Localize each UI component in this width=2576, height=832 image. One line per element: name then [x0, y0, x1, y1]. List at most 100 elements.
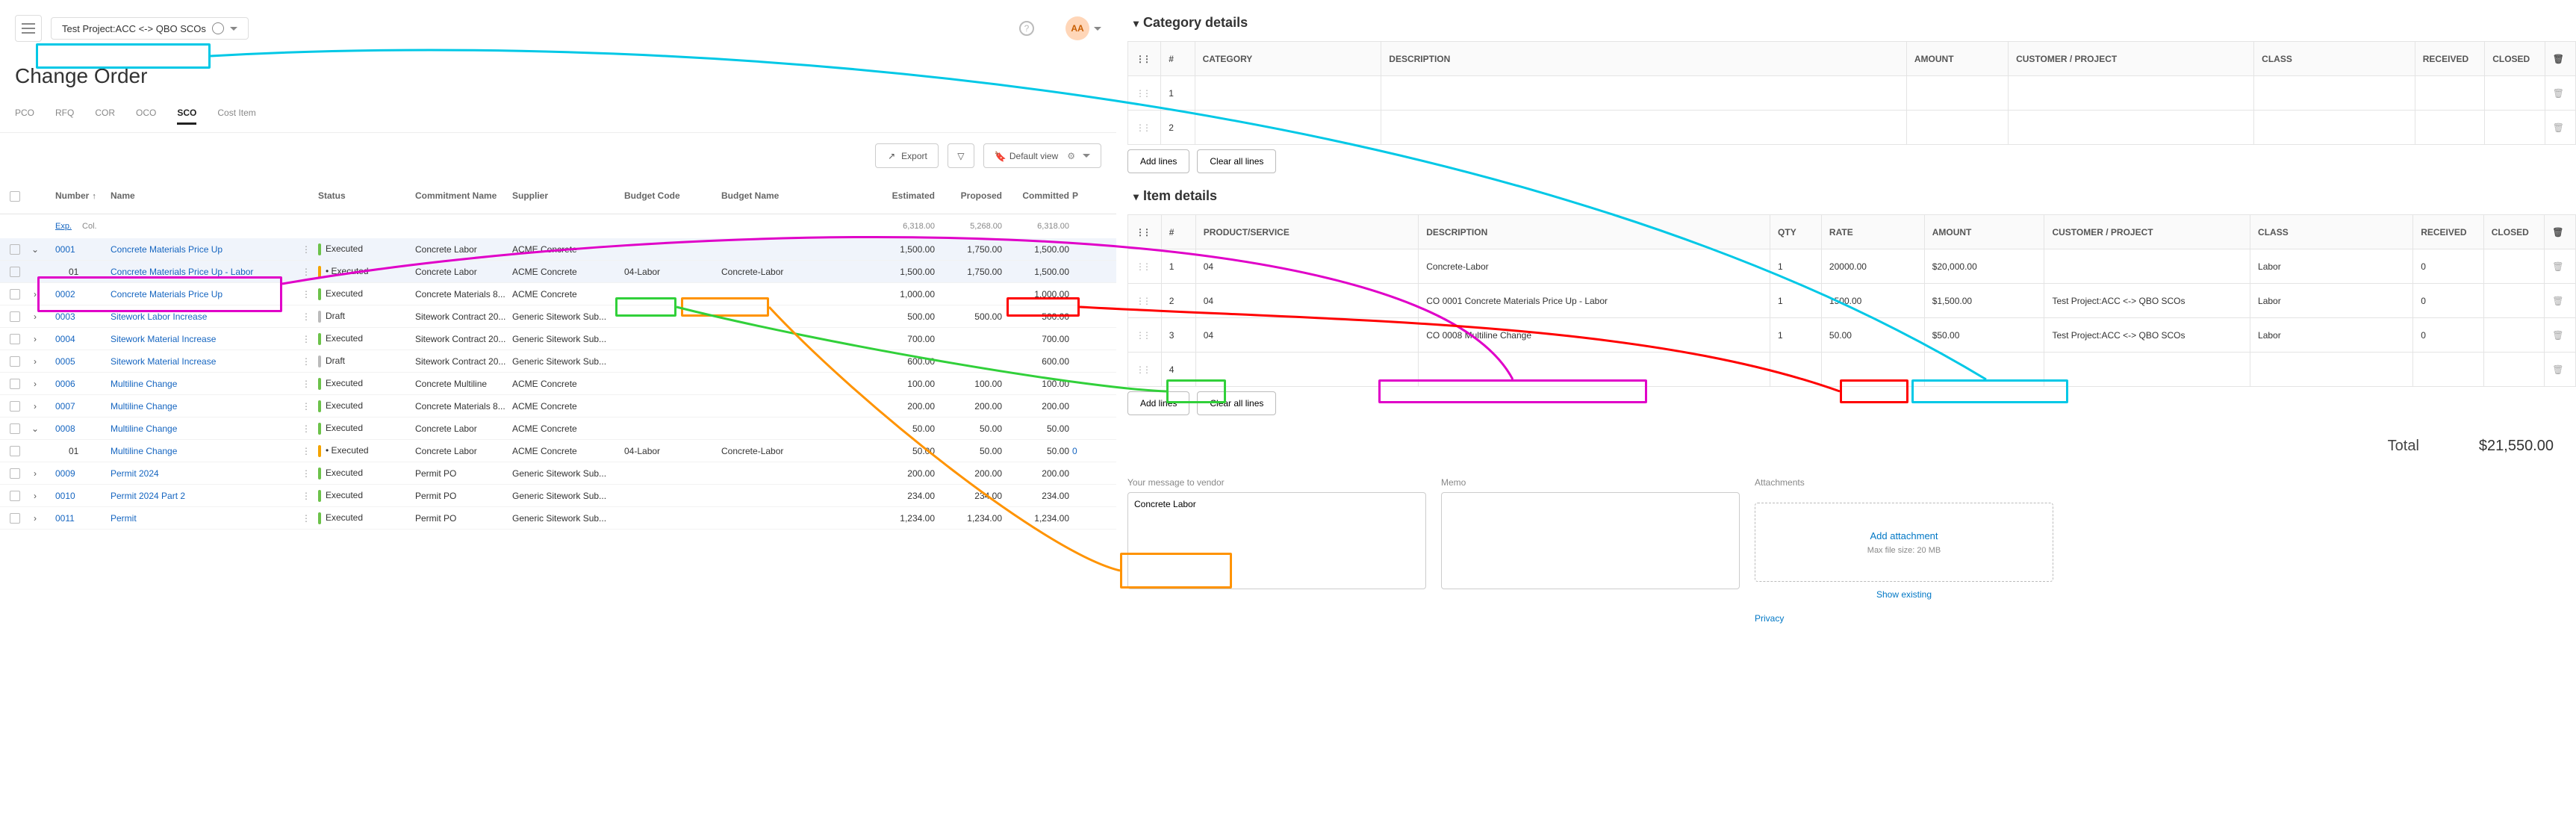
col-supplier[interactable]: Supplier — [512, 190, 624, 201]
class-cell[interactable]: Labor — [2250, 284, 2413, 318]
rec-cell[interactable]: 0 — [2413, 318, 2484, 353]
sco-number[interactable]: 0007 — [55, 401, 111, 412]
attachment-dropzone[interactable]: Add attachment Max file size: 20 MB — [1755, 503, 2053, 582]
item-clear-lines[interactable]: Clear all lines — [1197, 391, 1276, 415]
row-checkbox[interactable] — [10, 334, 20, 344]
grid-row[interactable]: ›0004Sitework Material IncreaseExecutedS… — [0, 328, 1116, 350]
col-commitment[interactable]: Commitment Name — [415, 190, 512, 201]
category-clear-lines[interactable]: Clear all lines — [1197, 149, 1276, 173]
sco-name[interactable]: Concrete Materials Price Up — [111, 244, 302, 255]
expand-toggle[interactable]: ⌄ — [30, 244, 40, 255]
row-checkbox[interactable] — [10, 513, 20, 524]
category-cell[interactable] — [1195, 76, 1381, 111]
amount-cell[interactable] — [1924, 353, 2044, 387]
expand-toggle[interactable]: › — [30, 379, 40, 389]
select-all-checkbox[interactable] — [10, 191, 20, 202]
row-menu[interactable] — [302, 356, 318, 367]
sco-name[interactable]: Concrete Materials Price Up - Labor — [111, 267, 302, 277]
rec-cell[interactable] — [2415, 76, 2484, 111]
expand-toggle[interactable]: › — [30, 289, 40, 299]
row-menu[interactable] — [302, 311, 318, 322]
row-checkbox[interactable] — [10, 468, 20, 479]
qty-cell[interactable]: 1 — [1770, 249, 1822, 284]
col-committed[interactable]: Committed — [1005, 190, 1072, 201]
sco-name[interactable]: Sitework Material Increase — [111, 334, 302, 344]
add-attachment-link[interactable]: Add attachment — [1870, 530, 1938, 541]
tab-sco[interactable]: SCO — [177, 103, 196, 125]
sco-number[interactable]: 0003 — [55, 311, 111, 322]
tab-cor[interactable]: COR — [95, 103, 115, 125]
closed-cell[interactable] — [2483, 249, 2545, 284]
row-checkbox[interactable] — [10, 401, 20, 412]
item-add-lines[interactable]: Add lines — [1127, 391, 1189, 415]
rate-cell[interactable]: 50.00 — [1821, 318, 1924, 353]
tab-pco[interactable]: PCO — [15, 103, 34, 125]
class-cell[interactable]: Labor — [2250, 318, 2413, 353]
delete-row[interactable] — [2545, 318, 2576, 353]
sco-name[interactable]: Multiline Change — [111, 423, 302, 434]
closed-cell[interactable] — [2483, 284, 2545, 318]
row-menu[interactable] — [302, 401, 318, 412]
rate-cell[interactable]: 20000.00 — [1821, 249, 1924, 284]
filter-button[interactable] — [948, 143, 974, 168]
sco-number[interactable]: 0001 — [55, 244, 111, 255]
show-existing-link[interactable]: Show existing — [1755, 589, 2053, 600]
sco-name[interactable]: Permit — [111, 513, 302, 524]
qty-cell[interactable] — [1770, 353, 1822, 387]
delete-row[interactable] — [2545, 76, 2575, 111]
sco-number[interactable]: 0004 — [55, 334, 111, 344]
row-menu[interactable] — [302, 468, 318, 479]
grid-row[interactable]: ⌄0008Multiline ChangeExecutedConcrete La… — [0, 417, 1116, 440]
col-budget-name[interactable]: Budget Name — [721, 190, 871, 201]
grid-row[interactable]: ›0002Concrete Materials Price UpExecuted… — [0, 283, 1116, 305]
grid-row[interactable]: ›0011PermitExecutedPermit POGeneric Site… — [0, 507, 1116, 530]
grid-row[interactable]: ›0009Permit 2024ExecutedPermit POGeneric… — [0, 462, 1116, 485]
grid-row[interactable]: ⌄0001Concrete Materials Price UpExecuted… — [0, 238, 1116, 261]
closed-cell[interactable] — [2485, 111, 2545, 145]
sco-number[interactable]: 0011 — [55, 513, 111, 524]
drag-handle[interactable] — [1128, 111, 1161, 145]
desc-cell[interactable]: CO 0001 Concrete Materials Price Up - La… — [1419, 284, 1770, 318]
sco-name[interactable]: Concrete Materials Price Up — [111, 289, 302, 299]
sco-number[interactable]: 0002 — [55, 289, 111, 299]
cust-cell[interactable] — [2009, 111, 2254, 145]
sco-name[interactable]: Multiline Change — [111, 401, 302, 412]
qty-cell[interactable]: 1 — [1770, 318, 1822, 353]
drag-handle[interactable] — [1128, 353, 1162, 387]
tab-oco[interactable]: OCO — [136, 103, 156, 125]
rec-cell[interactable] — [2415, 111, 2484, 145]
row-checkbox[interactable] — [10, 379, 20, 389]
row-menu[interactable] — [302, 244, 318, 255]
cust-cell[interactable]: Test Project:ACC <-> QBO SCOs — [2044, 318, 2250, 353]
class-cell[interactable] — [2254, 111, 2415, 145]
col-budget-code[interactable]: Budget Code — [624, 190, 721, 201]
grid-row[interactable]: ›0010Permit 2024 Part 2ExecutedPermit PO… — [0, 485, 1116, 507]
avatar[interactable]: AA — [1065, 16, 1089, 40]
col-status[interactable]: Status — [318, 190, 415, 201]
row-checkbox[interactable] — [10, 423, 20, 434]
delete-row[interactable] — [2545, 353, 2576, 387]
rec-cell[interactable] — [2413, 353, 2484, 387]
row-menu[interactable] — [302, 513, 318, 524]
row-checkbox[interactable] — [10, 311, 20, 322]
memo-input[interactable] — [1441, 492, 1740, 589]
desc-cell[interactable] — [1419, 353, 1770, 387]
vendor-message-input[interactable] — [1127, 492, 1426, 589]
class-cell[interactable]: Labor — [2250, 249, 2413, 284]
product-cell[interactable] — [1195, 353, 1419, 387]
cust-cell[interactable] — [2009, 76, 2254, 111]
row-menu[interactable] — [302, 423, 318, 434]
expand-toggle[interactable]: › — [30, 491, 40, 501]
col-number[interactable]: Number — [55, 190, 111, 202]
amount-cell[interactable]: $20,000.00 — [1924, 249, 2044, 284]
grid-row[interactable]: ›0007Multiline ChangeExecutedConcrete Ma… — [0, 395, 1116, 417]
sco-number[interactable]: 01 — [55, 267, 111, 277]
item-row[interactable]: 104Concrete-Labor120000.00$20,000.00Labo… — [1128, 249, 2576, 284]
category-section-header[interactable]: Category details — [1127, 0, 2576, 41]
grid-row[interactable]: ›0006Multiline ChangeExecutedConcrete Mu… — [0, 373, 1116, 395]
expand-toggle[interactable]: › — [30, 311, 40, 322]
row-checkbox[interactable] — [10, 244, 20, 255]
drag-handle[interactable] — [1128, 249, 1162, 284]
grid-row[interactable]: 01Concrete Materials Price Up - Labor• E… — [0, 261, 1116, 283]
item-row[interactable]: 204CO 0001 Concrete Materials Price Up -… — [1128, 284, 2576, 318]
